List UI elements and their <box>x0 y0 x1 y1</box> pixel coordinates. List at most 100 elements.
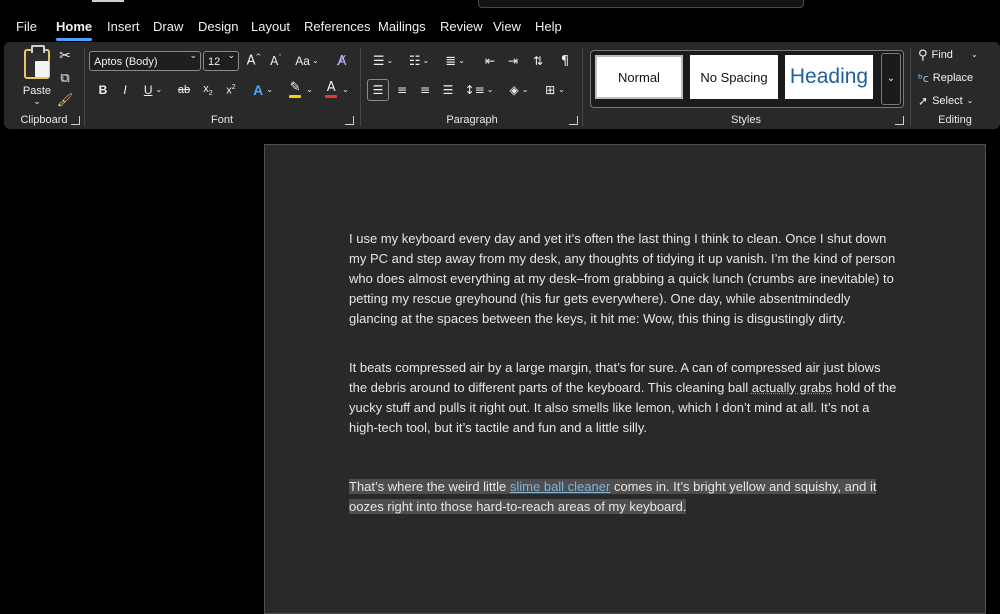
hyperlink[interactable]: slime ball cleaner <box>510 479 610 494</box>
text-effects-button[interactable]: A ⌄ <box>248 80 278 100</box>
cursor-icon: ➚ <box>918 94 929 108</box>
tab-review[interactable]: Review <box>440 16 483 38</box>
shading-button[interactable]: ◈ ⌄ <box>504 80 534 100</box>
paragraph-launcher-icon[interactable] <box>569 116 578 125</box>
decrease-indent-button[interactable]: ⇤ <box>480 51 500 71</box>
underline-button[interactable]: U ⌄ <box>138 80 168 100</box>
sort-button[interactable]: ⇅ <box>528 51 548 71</box>
bullets-button[interactable]: ☰ ⌄ <box>368 51 398 71</box>
shrink-font-button[interactable]: Aˇ <box>266 51 286 71</box>
multilevel-list-icon: ≣ <box>445 53 457 69</box>
chevron-down-icon: ⌄ <box>386 56 394 65</box>
format-painter-button[interactable]: 🖌 <box>56 91 74 109</box>
paste-button[interactable]: Paste ⌄ <box>16 45 58 110</box>
group-divider <box>360 48 361 126</box>
ribbon: Paste ⌄ ✂ ⧉ 🖌 Clipboard Aptos (Body) ⌄ 1… <box>4 42 1000 129</box>
borders-button[interactable]: ⊞ ⌄ <box>540 80 570 100</box>
tab-file[interactable]: File <box>16 16 37 38</box>
show-formatting-button[interactable]: ¶ <box>555 51 575 71</box>
text-effects-icon: A <box>253 82 264 98</box>
replace-label: Replace <box>932 72 974 84</box>
change-case-label: Aa <box>295 54 310 68</box>
grow-font-button[interactable]: A^ <box>244 51 264 71</box>
find-label: Find <box>931 49 953 61</box>
quick-access-toolbar[interactable] <box>92 0 124 2</box>
numbered-list-icon: ☷ <box>408 53 421 69</box>
increase-indent-button[interactable]: ⇥ <box>503 51 523 71</box>
subscript-button[interactable]: x2 <box>198 80 218 100</box>
align-right-button[interactable]: ≡ <box>415 80 435 100</box>
scissors-icon: ✂ <box>59 48 71 64</box>
highlight-color-bar <box>289 95 302 98</box>
clipboard-launcher-icon[interactable] <box>71 116 80 125</box>
chevron-down-icon: ⌄ <box>521 85 529 94</box>
font-color-icon: A <box>323 81 339 99</box>
bold-button[interactable]: B <box>94 80 112 100</box>
copy-icon: ⧉ <box>60 70 70 86</box>
search-box[interactable] <box>478 0 804 8</box>
clipboard-group: Paste ⌄ ✂ ⧉ 🖌 Clipboard <box>4 42 84 129</box>
tab-mailings[interactable]: Mailings <box>378 16 426 38</box>
group-divider <box>84 48 85 126</box>
document-page[interactable]: I use my keyboard every day and yet it’s… <box>264 144 986 614</box>
copy-button[interactable]: ⧉ <box>56 69 74 87</box>
grammar-flag[interactable]: actually grabs <box>752 380 832 395</box>
chevron-down-icon: ⌄ <box>227 51 235 61</box>
line-spacing-icon: ↕≡ <box>464 83 485 97</box>
tab-insert[interactable]: Insert <box>107 16 140 38</box>
tab-design[interactable]: Design <box>198 16 238 38</box>
replace-icon: ᵇc <box>918 71 929 85</box>
font-group-label: Font <box>210 114 233 126</box>
chevron-down-icon: ⌄ <box>458 56 465 65</box>
font-launcher-icon[interactable] <box>345 116 354 125</box>
chevron-down-icon: ⌄ <box>306 85 313 94</box>
font-name-dropdown[interactable]: Aptos (Body) ⌄ <box>89 51 201 71</box>
magnifier-icon: ⚲ <box>918 47 928 63</box>
multilevel-list-button[interactable]: ≣ ⌄ <box>440 51 470 71</box>
font-size-dropdown[interactable]: 12 ⌄ <box>203 51 239 71</box>
tab-layout[interactable]: Layout <box>251 16 290 38</box>
clear-formatting-button[interactable]: A̸ <box>332 51 352 71</box>
group-divider <box>910 48 911 126</box>
select-label: Select <box>932 95 963 107</box>
borders-icon: ⊞ <box>545 83 556 97</box>
increase-indent-icon: ⇥ <box>507 54 519 68</box>
strikethrough-button[interactable]: ab <box>174 80 194 100</box>
tab-home[interactable]: Home <box>56 16 93 41</box>
align-left-button[interactable]: ☰ <box>367 79 389 101</box>
align-center-button[interactable]: ≡ <box>392 80 412 100</box>
italic-button[interactable]: I <box>116 80 134 100</box>
replace-button[interactable]: ᵇc Replace <box>918 68 973 88</box>
tab-draw[interactable]: Draw <box>153 16 183 38</box>
numbering-button[interactable]: ☷ ⌄ <box>404 51 434 71</box>
line-spacing-button[interactable]: ↕≡ ⌄ <box>464 80 494 100</box>
selected-paragraph[interactable]: That’s where the weird little slime ball… <box>349 477 901 517</box>
select-button[interactable]: ➚ Select ⌄ <box>918 91 973 111</box>
italic-icon: I <box>123 83 127 97</box>
find-button[interactable]: ⚲ Find ⌄ <box>918 45 978 65</box>
tab-help[interactable]: Help <box>535 16 562 38</box>
font-group: Aptos (Body) ⌄ 12 ⌄ A^ Aˇ Aa ⌄ A̸ B I U … <box>86 42 358 129</box>
sort-icon: ⇅ <box>532 54 544 68</box>
align-left-icon: ☰ <box>372 83 384 97</box>
styles-launcher-icon[interactable] <box>895 116 904 125</box>
chevron-down-icon: ⌄ <box>342 85 349 94</box>
underline-icon: U <box>143 83 153 97</box>
document-paragraph[interactable]: It beats compressed air by a large margi… <box>349 358 901 438</box>
tab-view[interactable]: View <box>493 16 521 38</box>
font-name-value: Aptos (Body) <box>94 56 158 68</box>
superscript-button[interactable]: x2 <box>221 80 241 100</box>
styles-group: Styles <box>584 42 908 129</box>
cut-button[interactable]: ✂ <box>56 47 74 65</box>
chevron-down-icon: ⌄ <box>266 85 273 94</box>
justify-button[interactable]: ☰ <box>438 80 458 100</box>
tab-references[interactable]: References <box>304 16 370 38</box>
chevron-down-icon: ⌄ <box>311 56 319 65</box>
font-color-button[interactable]: A ⌄ <box>320 80 352 100</box>
change-case-button[interactable]: Aa ⌄ <box>290 51 324 71</box>
selected-text: That’s where the weird little <box>349 479 510 494</box>
highlight-color-button[interactable]: ✎ ⌄ <box>284 80 316 100</box>
pilcrow-icon: ¶ <box>560 53 570 69</box>
chevron-down-icon: ⌄ <box>189 51 197 61</box>
document-paragraph[interactable]: I use my keyboard every day and yet it’s… <box>349 229 901 329</box>
